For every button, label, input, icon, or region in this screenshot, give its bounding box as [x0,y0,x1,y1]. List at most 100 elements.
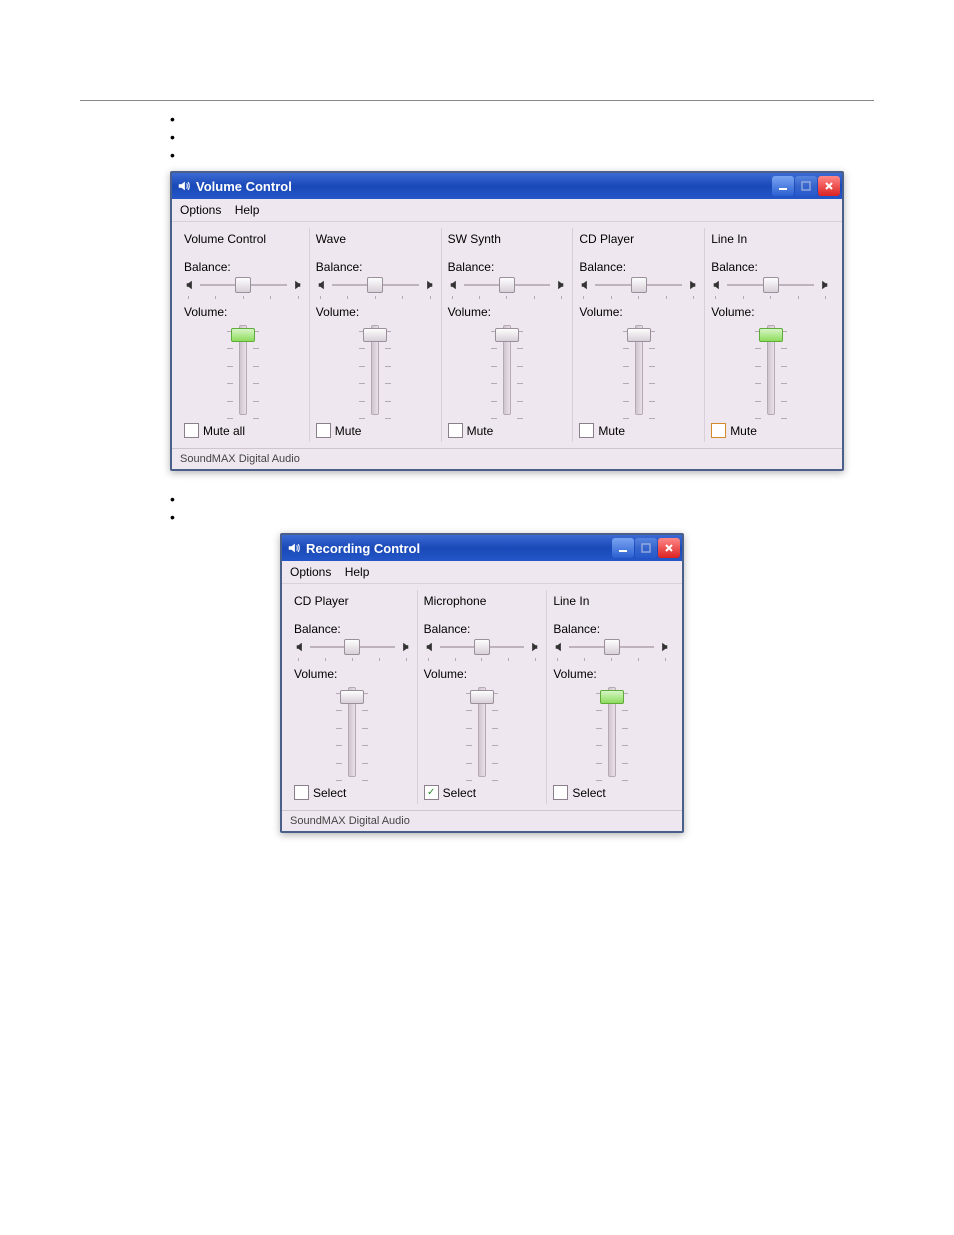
volume-label: Volume: [424,667,541,681]
balance-ticks [711,296,830,299]
speaker-icon [176,178,192,194]
speaker-left-icon [448,278,462,292]
mute-label: Mute [467,424,494,438]
statusbar: SoundMAX Digital Audio [172,448,842,469]
volume-slider[interactable] [596,687,628,775]
mute-checkbox[interactable] [448,423,463,438]
volume-label: Volume: [294,667,411,681]
window-title: Recording Control [306,541,420,556]
menu-options[interactable]: Options [178,201,229,219]
channel-volume control: Volume Control Balance: Volume: Mute all [178,228,310,442]
channel-wave: Wave Balance: Volume: Mute [310,228,442,442]
bullets-above-recording [170,491,954,527]
balance-slider[interactable] [332,276,419,294]
mute-checkbox[interactable] [316,423,331,438]
volume-label: Volume: [711,305,830,319]
volume-slider[interactable] [755,325,787,413]
volume-slider[interactable] [623,325,655,413]
volume-control-window: Volume Control Options Help Volume Contr… [170,171,844,471]
titlebar[interactable]: Recording Control [282,535,682,561]
channel-line in: Line In Balance: Volume: Select [547,590,676,804]
balance-ticks [579,296,698,299]
balance-label: Balance: [448,260,567,274]
menu-help[interactable]: Help [233,201,268,219]
balance-slider[interactable] [200,276,287,294]
speaker-right-icon [289,278,303,292]
menu-help[interactable]: Help [343,563,378,581]
volume-slider[interactable] [466,687,498,775]
speaker-left-icon [424,640,438,654]
volume-label: Volume: [184,305,303,319]
speaker-icon [286,540,302,556]
speaker-right-icon [684,278,698,292]
balance-slider[interactable] [310,638,395,656]
balance-label: Balance: [424,622,541,636]
speaker-right-icon [816,278,830,292]
balance-ticks [553,658,670,661]
menu-options[interactable]: Options [288,563,339,581]
titlebar[interactable]: Volume Control [172,173,842,199]
channel-title: Wave [316,232,435,246]
balance-label: Balance: [553,622,670,636]
select-label: Select [572,786,605,800]
recording-channels: CD Player Balance: Volume: Select Microp… [282,584,682,810]
select-label: Select [313,786,346,800]
maximize-button [635,538,657,558]
balance-slider[interactable] [440,638,525,656]
volume-slider[interactable] [227,325,259,413]
speaker-right-icon [552,278,566,292]
channel-title: Microphone [424,594,541,608]
channel-title: Line In [553,594,670,608]
balance-label: Balance: [316,260,435,274]
channel-title: CD Player [294,594,411,608]
volume-slider[interactable] [359,325,391,413]
channel-line in: Line In Balance: Volume: Mute [705,228,836,442]
mute-label: Mute [730,424,757,438]
recording-control-window: Recording Control Options Help CD Player… [280,533,684,833]
window-title: Volume Control [196,179,292,194]
balance-ticks [316,296,435,299]
menubar: Options Help [282,561,682,584]
balance-slider[interactable] [569,638,654,656]
balance-slider[interactable] [464,276,551,294]
menubar: Options Help [172,199,842,222]
close-button[interactable] [658,538,680,558]
channel-cd player: CD Player Balance: Volume: Select [288,590,418,804]
statusbar: SoundMAX Digital Audio [282,810,682,831]
balance-slider[interactable] [727,276,814,294]
balance-ticks [424,658,541,661]
bullets-above-volume [170,111,954,165]
speaker-right-icon [526,640,540,654]
volume-label: Volume: [579,305,698,319]
select-checkbox[interactable] [553,785,568,800]
mute-checkbox[interactable] [579,423,594,438]
channel-title: Line In [711,232,830,246]
channel-microphone: Microphone Balance: Volume: ✓ Select [418,590,548,804]
balance-ticks [448,296,567,299]
mute-label: Mute [335,424,362,438]
select-label: Select [443,786,476,800]
mute-checkbox[interactable] [711,423,726,438]
speaker-right-icon [397,640,411,654]
select-checkbox[interactable]: ✓ [424,785,439,800]
speaker-left-icon [553,640,567,654]
speaker-left-icon [316,278,330,292]
balance-slider[interactable] [595,276,682,294]
minimize-button[interactable] [772,176,794,196]
select-checkbox[interactable] [294,785,309,800]
volume-channels: Volume Control Balance: Volume: Mute all… [172,222,842,448]
channel-title: SW Synth [448,232,567,246]
speaker-left-icon [184,278,198,292]
close-button[interactable] [818,176,840,196]
mute-checkbox[interactable] [184,423,199,438]
channel-title: CD Player [579,232,698,246]
volume-slider[interactable] [491,325,523,413]
divider [80,100,874,101]
volume-slider[interactable] [336,687,368,775]
volume-label: Volume: [448,305,567,319]
speaker-left-icon [711,278,725,292]
maximize-button [795,176,817,196]
speaker-left-icon [579,278,593,292]
volume-label: Volume: [316,305,435,319]
minimize-button[interactable] [612,538,634,558]
